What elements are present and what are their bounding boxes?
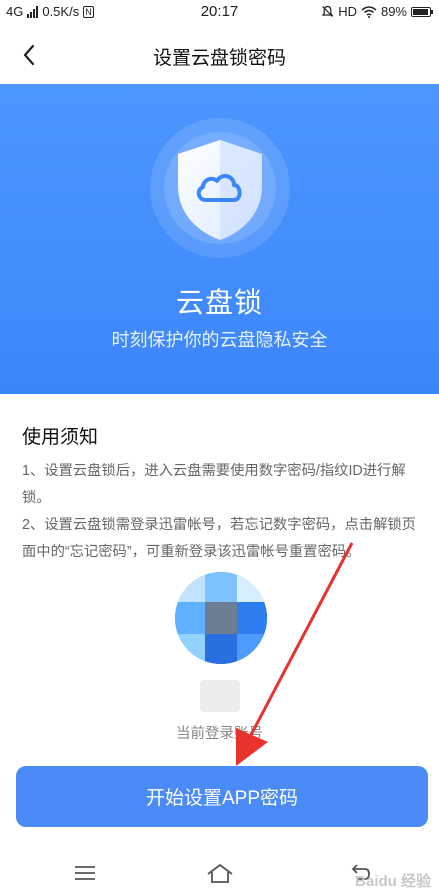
- home-button[interactable]: [205, 860, 235, 886]
- page-title: 设置云盘锁密码: [152, 48, 286, 69]
- battery-icon: [411, 6, 433, 17]
- notice-item-1: 1、设置云盘锁后，进入云盘需要使用数字密码/指纹ID进行解锁。: [22, 463, 406, 506]
- wifi-icon: [361, 5, 377, 18]
- battery-percent: 89%: [380, 4, 407, 19]
- mute-bell-icon: [321, 5, 334, 17]
- hd-indicator: HD: [338, 4, 357, 19]
- bottom-nav: Baidu 经验: [0, 848, 439, 895]
- notice-body: 1、设置云盘锁后，进入云盘需要使用数字密码/指纹ID进行解锁。 2、设置云盘锁需…: [22, 458, 424, 566]
- status-right: HD 89%: [321, 4, 433, 19]
- nav-bar: 设置云盘锁密码: [0, 26, 439, 84]
- hero-subtitle: 时刻保护你的云盘隐私安全: [111, 330, 328, 350]
- shield-cloud-icon: [178, 140, 262, 240]
- avatar-blur-block: [200, 680, 240, 712]
- hero-title: 云盘锁: [175, 287, 263, 318]
- account-label: 当前登录账号: [176, 726, 263, 742]
- notice-title: 使用须知: [22, 427, 99, 448]
- watermark: Baidu 经验: [355, 873, 431, 890]
- menu-icon: [75, 866, 95, 880]
- avatar: [175, 572, 267, 664]
- menu-button[interactable]: [70, 860, 100, 886]
- home-icon: [207, 864, 233, 883]
- notice-item-2: 2、设置云盘锁需登录迅雷帐号，若忘记数字密码，点击解锁页面中的“忘记密码”，可重…: [22, 517, 416, 560]
- start-setup-button[interactable]: 开始设置APP密码: [16, 766, 428, 827]
- status-bar: 4G 0.5K/s N 20:17 HD 89%: [0, 0, 439, 26]
- hero-banner: 云盘锁 时刻保护你的云盘隐私安全: [0, 84, 439, 394]
